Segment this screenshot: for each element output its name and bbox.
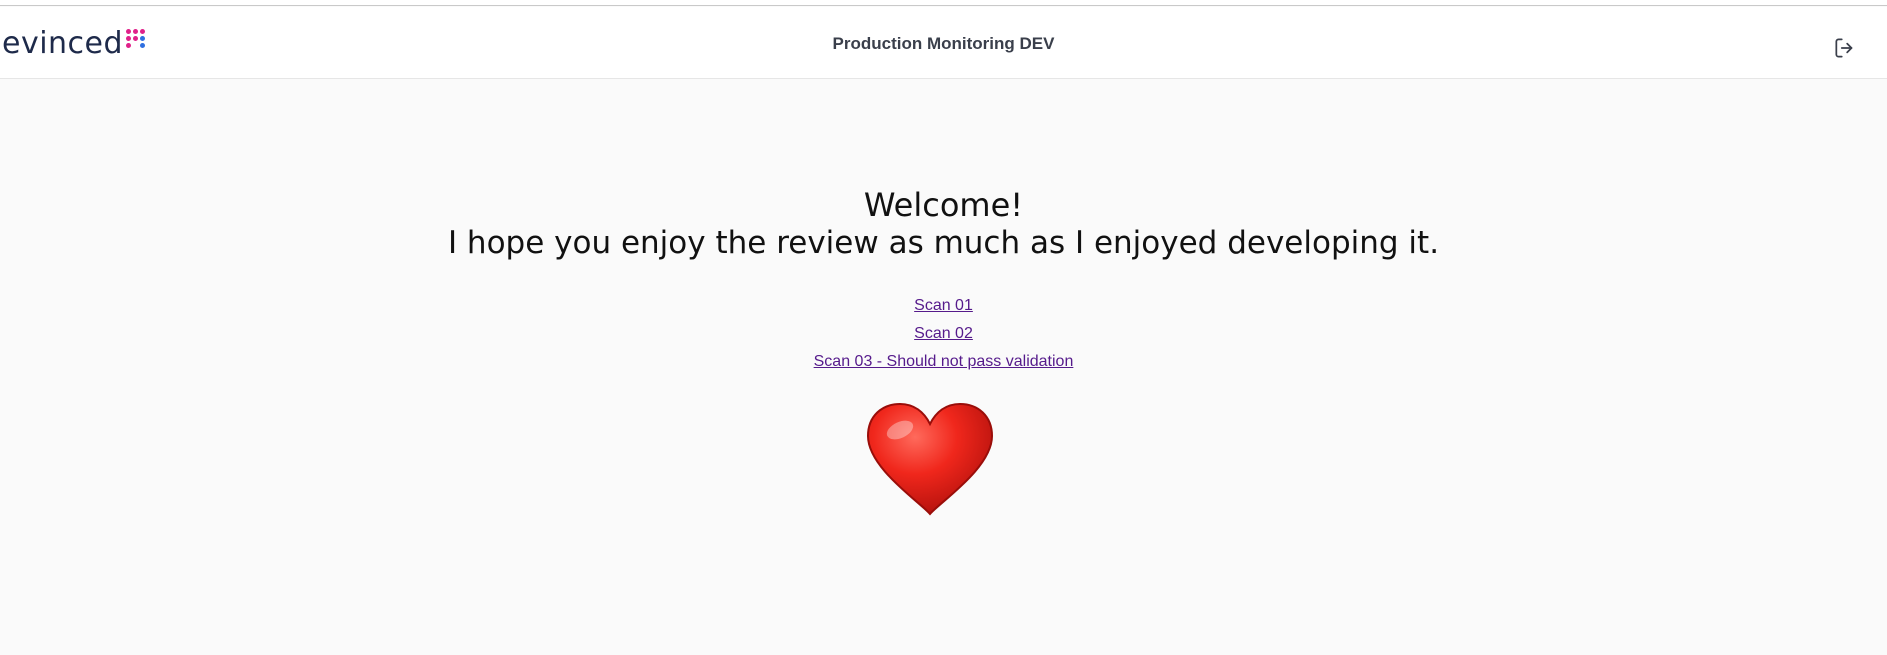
scan-link-02[interactable]: Scan 02 — [914, 320, 973, 348]
scan-link-03[interactable]: Scan 03 - Should not pass validation — [814, 348, 1074, 376]
scan-links: Scan 01 Scan 02 Scan 03 - Should not pas… — [0, 292, 1887, 376]
scan-link-01[interactable]: Scan 01 — [914, 292, 973, 320]
welcome-subtitle: I hope you enjoy the review as much as I… — [447, 225, 1440, 261]
main-content: Welcome! I hope you enjoy the review as … — [0, 80, 1887, 655]
logout-button[interactable] — [1832, 35, 1858, 61]
top-border — [0, 0, 1887, 6]
page-title: Production Monitoring DEV — [832, 34, 1055, 53]
app-header: evinced Production Monitoring DEV — [0, 7, 1887, 79]
logout-icon — [1835, 38, 1853, 58]
welcome-heading: Welcome! — [863, 186, 1024, 224]
heart-icon — [866, 402, 994, 516]
